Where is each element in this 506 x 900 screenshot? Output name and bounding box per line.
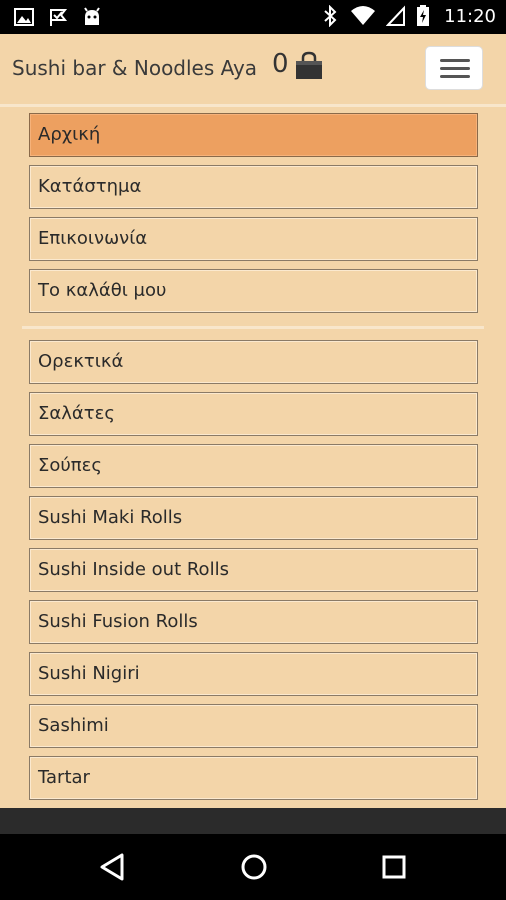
category-item-sushi-fusion-rolls[interactable]: Sushi Fusion Rolls [29,600,478,644]
back-icon[interactable] [96,850,130,884]
section-divider [22,326,484,329]
battery-icon [417,5,430,26]
home-icon[interactable] [237,850,271,884]
category-item-label: Sushi Inside out Rolls [38,559,229,580]
app-title[interactable]: Sushi bar & Noodles Aya [12,56,257,80]
category-item-sushi-nigiri[interactable]: Sushi Nigiri [29,652,478,696]
bottom-strip [0,808,506,834]
shopping-bag-icon[interactable] [294,51,324,81]
signal-icon [386,5,406,26]
category-item-label: Σούπες [38,455,102,476]
category-item-label: Ορεκτικά [38,351,124,372]
image-icon [14,8,34,26]
android-nav-bar [0,834,506,900]
flag-icon [50,9,68,26]
hamburger-icon-bar [440,67,470,70]
menu-item-my-cart[interactable]: Το καλάθι μου [29,269,478,313]
status-time: 11:20 [444,5,496,27]
hamburger-menu-button[interactable] [425,46,483,90]
category-item-sushi-maki-rolls[interactable]: Sushi Maki Rolls [29,496,478,540]
cart-count[interactable]: 0 [272,49,289,79]
recents-icon[interactable] [377,850,411,884]
wifi-icon [351,6,376,25]
category-item-label: Sashimi [38,715,109,736]
android-icon [84,7,100,25]
status-bar: 11:20 [0,0,506,34]
menu-item-shop[interactable]: Κατάστημα [29,165,478,209]
menu-item-label: Το καλάθι μου [38,280,167,301]
hamburger-icon-bar [440,75,470,78]
menu-item-label: Κατάστημα [38,176,142,197]
header-divider [0,104,506,107]
menu-item-home[interactable]: Αρχική [29,113,478,157]
category-item-label: Σαλάτες [38,403,115,424]
category-item-appetizers[interactable]: Ορεκτικά [29,340,478,384]
category-item-label: Sushi Fusion Rolls [38,611,198,632]
menu-item-contact[interactable]: Επικοινωνία [29,217,478,261]
category-item-label: Sushi Nigiri [38,663,140,684]
category-item-sushi-inside-out-rolls[interactable]: Sushi Inside out Rolls [29,548,478,592]
category-item-salads[interactable]: Σαλάτες [29,392,478,436]
category-item-tartar[interactable]: Tartar [29,756,478,800]
category-item-label: Sushi Maki Rolls [38,507,183,528]
category-item-sashimi[interactable]: Sashimi [29,704,478,748]
menu-item-label: Επικοινωνία [38,228,148,249]
category-item-label: Tartar [38,767,90,788]
bluetooth-icon [324,5,337,27]
app-header: Sushi bar & Noodles Aya 0 [0,34,506,104]
menu-item-label: Αρχική [38,124,101,145]
category-item-soups[interactable]: Σούπες [29,444,478,488]
hamburger-icon [440,59,470,62]
